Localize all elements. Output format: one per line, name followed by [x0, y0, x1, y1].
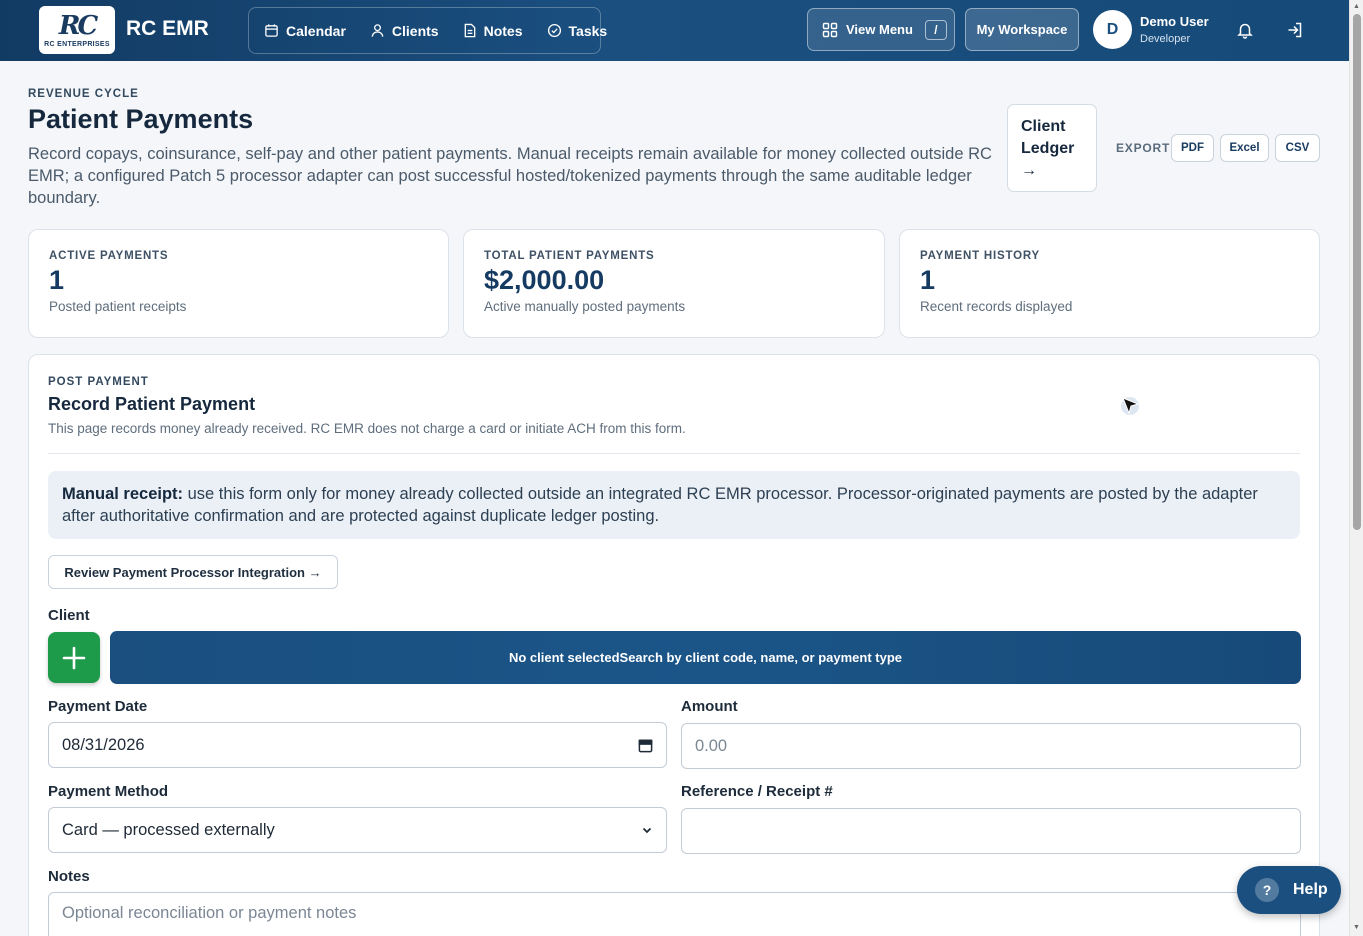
post-payment-panel: POST PAYMENT Record Patient Payment This…: [28, 354, 1320, 936]
nav-clients[interactable]: Clients: [370, 23, 439, 39]
notes-field[interactable]: Optional reconciliation or payment notes: [48, 892, 1301, 936]
app-logo[interactable]: RC RC ENTERPRISES: [39, 6, 115, 54]
stat-card-active-payments: ACTIVE PAYMENTS 1 Posted patient receipt…: [28, 229, 449, 338]
avatar[interactable]: D: [1093, 10, 1132, 49]
reference-label: Reference / Receipt #: [681, 783, 833, 800]
brand-name[interactable]: RC EMR: [126, 17, 209, 41]
nav-tasks-label: Tasks: [568, 22, 608, 39]
help-question-icon: ?: [1255, 878, 1279, 902]
notes-placeholder: Optional reconciliation or payment notes: [62, 904, 357, 922]
export-label: EXPORT: [1116, 141, 1171, 155]
stat-caption: Posted patient receipts: [49, 299, 187, 314]
reference-field[interactable]: [681, 808, 1301, 854]
client-ledger-button[interactable]: Client Ledger →: [1007, 104, 1097, 192]
payment-date-label: Payment Date: [48, 698, 148, 715]
logo-mark: RC: [58, 10, 98, 41]
chevron-down-icon: [642, 827, 652, 834]
page-eyebrow: REVENUE CYCLE: [28, 88, 139, 100]
amount-placeholder: 0.00: [695, 736, 728, 755]
payment-method-value: Card — processed externally: [62, 820, 275, 839]
amount-label: Amount: [681, 698, 738, 715]
logout-icon[interactable]: [1286, 21, 1304, 39]
user-icon: [371, 24, 384, 37]
stat-caption: Active manually posted payments: [484, 299, 686, 314]
nav-calendar[interactable]: Calendar: [264, 23, 346, 39]
panel-title: Record Patient Payment: [48, 394, 256, 414]
check-circle-icon: [547, 23, 561, 38]
amount-field[interactable]: 0.00: [681, 723, 1301, 769]
page-description: Record copays, coinsurance, self-pay and…: [28, 145, 992, 207]
export-pdf-button[interactable]: PDF: [1171, 134, 1214, 162]
stat-value: 1: [920, 265, 936, 295]
calendar-icon: [265, 24, 278, 37]
stat-label: TOTAL PATIENT PAYMENTS: [484, 250, 655, 262]
payment-date-field[interactable]: 08/31/2026: [48, 722, 667, 768]
logo-subtitle: RC ENTERPRISES: [44, 40, 110, 48]
stat-value: $2,000.00: [484, 265, 605, 295]
export-csv-button[interactable]: CSV: [1275, 134, 1320, 162]
panel-eyebrow: POST PAYMENT: [48, 376, 149, 388]
mouse-cursor-icon: [1121, 397, 1140, 415]
nav-calendar-label: Calendar: [286, 22, 346, 39]
client-label: Client: [48, 607, 90, 624]
scroll-up-arrow-icon[interactable]: ▲: [1353, 3, 1360, 10]
my-workspace-button[interactable]: My Workspace: [965, 8, 1079, 51]
export-excel-button[interactable]: Excel: [1220, 134, 1269, 162]
stat-label: PAYMENT HISTORY: [920, 250, 1040, 262]
nav-notes-label: Notes: [483, 22, 523, 39]
payment-method-label: Payment Method: [48, 783, 169, 800]
scroll-thumb[interactable]: [1353, 14, 1361, 530]
calendar-icon[interactable]: [638, 738, 653, 753]
view-menu-shortcut: /: [924, 19, 947, 40]
add-client-button[interactable]: [48, 632, 100, 683]
view-menu-label: View Menu: [846, 22, 913, 37]
nav-clients-label: Clients: [391, 22, 439, 39]
notice-bold: Manual receipt:: [62, 485, 184, 503]
payment-date-value: 08/31/2026: [62, 735, 145, 754]
page-title: Patient Payments: [28, 104, 254, 134]
panel-subtitle: This page records money already received…: [48, 421, 686, 436]
user-name[interactable]: Demo User: [1140, 14, 1209, 29]
divider: [48, 453, 1300, 454]
nav-notes[interactable]: Notes: [463, 23, 523, 39]
notes-label: Notes: [48, 868, 90, 885]
page-scrollbar[interactable]: ▲ ▼: [1349, 0, 1363, 936]
plus-icon: [62, 646, 86, 669]
help-button[interactable]: ? Help: [1237, 866, 1341, 914]
grid-icon: [822, 22, 838, 37]
stat-card-total-payments: TOTAL PATIENT PAYMENTS $2,000.00 Active …: [463, 229, 885, 338]
main-nav: Calendar Clients Notes Tasks: [248, 7, 607, 54]
scroll-down-arrow-icon[interactable]: ▼: [1353, 924, 1360, 931]
bell-icon[interactable]: [1236, 21, 1254, 39]
top-navbar: RC RC ENTERPRISES RC EMR Calendar Client…: [0, 0, 1349, 61]
nav-tasks[interactable]: Tasks: [547, 22, 608, 39]
notice-text: use this form only for money already col…: [62, 485, 1258, 525]
payment-method-select[interactable]: Card — processed externally: [48, 807, 667, 853]
client-search-select[interactable]: No client selectedSearch by client code,…: [110, 631, 1301, 684]
user-role: Developer: [1140, 33, 1191, 45]
document-icon: [464, 23, 475, 38]
stat-value: 1: [49, 265, 65, 295]
review-processor-integration-button[interactable]: Review Payment Processor Integration →: [48, 555, 338, 589]
stat-caption: Recent records displayed: [920, 299, 1073, 314]
view-menu-button[interactable]: View Menu /: [807, 8, 955, 51]
manual-receipt-notice: Manual receipt: use this form only for m…: [48, 471, 1300, 539]
stat-label: ACTIVE PAYMENTS: [49, 250, 169, 262]
stat-card-payment-history: PAYMENT HISTORY 1 Recent records display…: [899, 229, 1320, 338]
help-label: Help: [1293, 881, 1328, 898]
